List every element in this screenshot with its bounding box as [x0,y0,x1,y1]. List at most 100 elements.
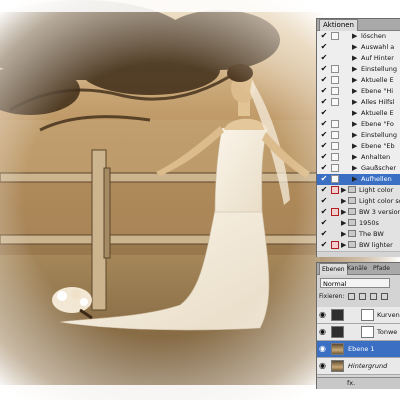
layer-row[interactable]: ◉ Tonwe [317,324,400,341]
dialog-toggle-icon[interactable] [331,131,339,139]
checkmark-icon[interactable]: ✔ [320,131,328,139]
triangle-right-icon[interactable]: ▶ [341,197,346,206]
action-set-row[interactable]: ✔ ▶ BW lighter [317,240,400,252]
dialog-toggle-icon[interactable] [331,109,339,117]
dialog-toggle-icon[interactable] [331,76,339,84]
triangle-right-icon[interactable]: ▶ [352,32,357,41]
action-label: BW 3 versions [359,208,400,216]
dialog-toggle-icon[interactable] [331,219,339,227]
dialog-toggle-icon[interactable] [331,32,339,40]
checkmark-icon[interactable]: ✔ [320,54,328,62]
triangle-right-icon[interactable]: ▶ [352,54,357,63]
triangle-right-icon[interactable]: ▶ [341,208,346,217]
action-label: The BW [359,230,384,238]
triangle-right-icon[interactable]: ▶ [341,230,346,239]
action-label: BW lighter [359,241,393,249]
folder-icon [348,186,356,193]
lock-all-icon[interactable] [381,293,389,300]
action-label: Ebene "Fo [361,120,394,128]
checkmark-icon[interactable]: ✔ [320,109,328,117]
tab-channels[interactable]: Kanäle [345,263,369,274]
triangle-right-icon[interactable]: ▶ [352,76,357,85]
dialog-toggle-icon[interactable] [331,175,339,183]
layer-row[interactable]: ◉ Ebene 1 [317,341,400,358]
dialog-toggle-icon[interactable] [331,87,339,95]
layers-footer: fx. [317,377,400,389]
layer-row[interactable]: ◉ Hintergrund [317,358,400,375]
dialog-toggle-icon[interactable] [331,65,339,73]
triangle-right-icon[interactable]: ▶ [352,120,357,129]
dialog-toggle-icon[interactable] [331,241,339,249]
folder-icon [348,219,356,226]
blend-mode-select[interactable]: Normal [320,278,390,288]
checkmark-icon[interactable]: ✔ [320,197,328,205]
lock-transparency-icon[interactable] [348,293,356,300]
checkmark-icon[interactable]: ✔ [320,164,328,172]
dialog-toggle-icon[interactable] [331,230,339,238]
dialog-toggle-icon[interactable] [331,120,339,128]
tab-layers[interactable]: Ebenen [319,263,348,275]
dialog-toggle-icon[interactable] [331,186,339,194]
dialog-toggle-icon[interactable] [331,142,339,150]
triangle-right-icon[interactable]: ▶ [352,142,357,151]
checkmark-icon[interactable]: ✔ [320,76,328,84]
triangle-right-icon[interactable]: ▶ [352,109,357,118]
lock-position-icon[interactable] [370,293,378,300]
fx-button[interactable]: fx. [347,379,355,387]
layers-tab-strip: Ebenen Kanäle Pfade [317,263,400,275]
action-label: Aktuelle E [361,109,394,117]
dialog-toggle-icon[interactable] [331,197,339,205]
dialog-toggle-icon[interactable] [331,164,339,172]
eye-icon[interactable]: ◉ [319,345,327,353]
action-label: Light color [359,186,394,194]
checkmark-icon[interactable]: ✔ [320,120,328,128]
checkmark-icon[interactable]: ✔ [320,219,328,227]
actions-panel: Aktionen ✔ ▶ löschen ✔ ▶ Auswahl a ✔ ▶ Auf Hinte… [316,18,400,257]
layers-panel: Ebenen Kanäle Pfade Normal Fixieren: ◉ Ku… [316,262,400,389]
layer-row[interactable]: ◉ Kurven [317,307,400,324]
action-label: Ebene "Eb [361,142,395,150]
dialog-toggle-icon[interactable] [331,43,339,51]
action-label: 1950s [359,219,379,227]
checkmark-icon[interactable]: ✔ [320,43,328,51]
checkmark-icon[interactable]: ✔ [320,208,328,216]
layer-mask-thumbnail[interactable] [361,326,374,338]
checkmark-icon[interactable]: ✔ [320,142,328,150]
triangle-right-icon[interactable]: ▶ [341,186,346,195]
eye-icon[interactable]: ◉ [319,328,327,336]
triangle-right-icon[interactable]: ▶ [352,43,357,52]
triangle-right-icon[interactable]: ▶ [352,131,357,140]
triangle-right-icon[interactable]: ▶ [352,164,357,173]
folder-icon [348,230,356,237]
checkmark-icon[interactable]: ✔ [320,153,328,161]
checkmark-icon[interactable]: ✔ [320,241,328,249]
checkmark-icon[interactable]: ✔ [320,175,328,183]
triangle-right-icon[interactable]: ▶ [341,241,346,250]
checkmark-icon[interactable]: ✔ [320,87,328,95]
action-label: löschen [361,32,386,40]
triangle-right-icon[interactable]: ▶ [352,175,357,184]
action-label: Auswahl a [361,43,395,51]
checkmark-icon[interactable]: ✔ [320,98,328,106]
layer-thumbnail [331,360,344,372]
triangle-right-icon[interactable]: ▶ [352,153,357,162]
checkmark-icon[interactable]: ✔ [320,65,328,73]
triangle-right-icon[interactable]: ▶ [352,87,357,96]
checkmark-icon[interactable]: ✔ [320,230,328,238]
tab-paths[interactable]: Pfade [371,263,392,274]
action-label: Aktuelle E [361,76,394,84]
eye-icon[interactable]: ◉ [319,311,327,319]
triangle-right-icon[interactable]: ▶ [352,98,357,107]
dialog-toggle-icon[interactable] [331,98,339,106]
checkmark-icon[interactable]: ✔ [320,186,328,194]
dialog-toggle-icon[interactable] [331,208,339,216]
eye-icon[interactable]: ◉ [319,362,327,370]
triangle-right-icon[interactable]: ▶ [341,219,346,228]
tab-actions[interactable]: Aktionen [319,19,358,31]
lock-pixels-icon[interactable] [359,293,367,300]
layer-mask-thumbnail[interactable] [361,309,374,321]
dialog-toggle-icon[interactable] [331,153,339,161]
triangle-right-icon[interactable]: ▶ [352,65,357,74]
checkmark-icon[interactable]: ✔ [320,32,328,40]
dialog-toggle-icon[interactable] [331,54,339,62]
